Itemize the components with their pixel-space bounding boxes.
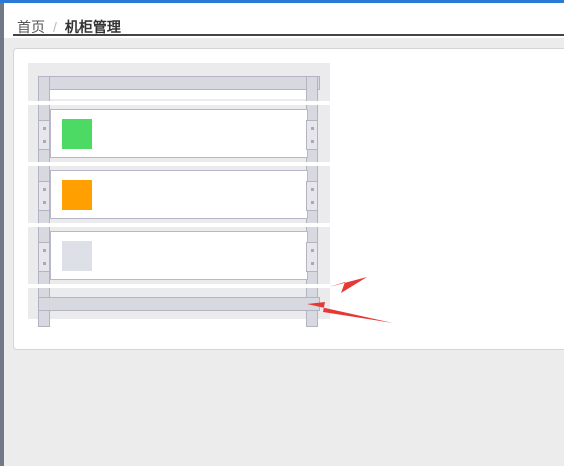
page-header: 首页 / 机柜管理 [4, 3, 564, 38]
rack-ear-left [38, 120, 50, 150]
rack-ear-right [306, 120, 318, 150]
rack-top-inner [50, 90, 308, 99]
rack-gap [28, 223, 330, 227]
header-divider [13, 34, 564, 36]
server-status-warning-icon[interactable] [62, 180, 92, 210]
rack-ear-right [306, 242, 318, 272]
server-status-online-icon[interactable] [62, 119, 92, 149]
rack-bottom-bar [38, 297, 320, 311]
arrow-icon [329, 277, 367, 293]
arrow-icon [307, 302, 393, 323]
left-sidebar-edge [0, 3, 4, 466]
rack-gap [28, 284, 330, 288]
server-status-empty-icon[interactable] [62, 241, 92, 271]
rack-ear-left [38, 181, 50, 211]
rack-top-bar [38, 76, 320, 90]
breadcrumb-separator: / [53, 19, 57, 35]
rack-ear-right [306, 181, 318, 211]
rack-gap [28, 162, 330, 166]
cabinet-rack [28, 63, 330, 327]
rack-ear-left [38, 242, 50, 272]
rack-gap [28, 101, 330, 105]
